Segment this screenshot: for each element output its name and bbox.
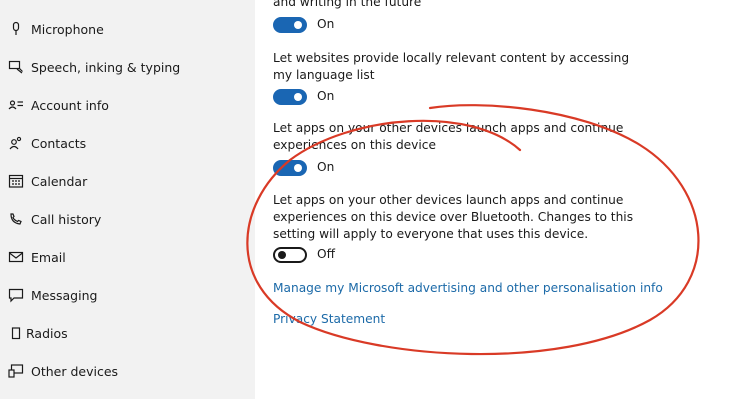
sidebar-item-call-history[interactable]: Call history	[0, 202, 255, 236]
partial-setting-description: and writing in the future	[273, 0, 422, 9]
toggle-state-label: On	[317, 17, 335, 31]
manage-advertising-link[interactable]: Manage my Microsoft advertising and othe…	[273, 281, 663, 295]
microphone-icon	[8, 21, 24, 37]
toggle-state-label: On	[317, 160, 335, 174]
sidebar-item-label: Messaging	[31, 287, 98, 303]
sidebar-item-other-devices[interactable]: Other devices	[0, 354, 255, 388]
toggle-knob	[294, 164, 302, 172]
sidebar-item-label: Calendar	[31, 173, 88, 189]
toggle-knob	[294, 93, 302, 101]
toggle-switch-bluetooth[interactable]	[273, 247, 307, 263]
toggle-switch-launch-apps[interactable]	[273, 160, 307, 176]
sidebar-item-label: Other devices	[31, 363, 119, 379]
messaging-icon	[8, 287, 24, 303]
setting-description-language-list: Let websites provide locally relevant co…	[273, 51, 630, 82]
sidebar-item-label: Radios	[26, 325, 68, 341]
toggle-switch-1[interactable]	[273, 17, 307, 33]
setting-description-bluetooth: Let apps on your other devices launch ap…	[273, 193, 634, 241]
toggle-switch-language-list[interactable]	[273, 89, 307, 105]
sidebar-item-label: Account info	[31, 97, 109, 113]
toggle-knob	[294, 21, 302, 29]
call-history-icon	[8, 211, 24, 227]
setting-description-launch-apps: Let apps on your other devices launch ap…	[273, 121, 624, 152]
sidebar-item-radios[interactable]: Radios	[0, 316, 255, 350]
sidebar-item-label: Speech, inking & typing	[31, 59, 181, 75]
toggle-state-label: Off	[317, 247, 335, 261]
sidebar-item-microphone[interactable]: Microphone	[0, 12, 255, 46]
sidebar-item-label: Microphone	[31, 21, 104, 37]
toggle-knob	[278, 251, 286, 259]
sidebar-item-label: Call history	[31, 211, 102, 227]
calendar-icon	[8, 173, 24, 189]
sidebar-item-label: Contacts	[31, 135, 87, 151]
radios-icon	[8, 325, 24, 341]
sidebar-item-speech-inking-typing[interactable]: Speech, inking & typing	[0, 50, 255, 84]
sidebar-item-label: Email	[31, 249, 66, 265]
sidebar: Microphone Speech, inking & typing Accou…	[0, 0, 255, 399]
sidebar-item-email[interactable]: Email	[0, 240, 255, 274]
sidebar-item-calendar[interactable]: Calendar	[0, 164, 255, 198]
settings-content: and writing in the future On Let website…	[255, 0, 730, 399]
speech-inking-icon	[8, 59, 24, 75]
email-icon	[8, 249, 24, 265]
toggle-state-label: On	[317, 89, 335, 103]
account-info-icon	[8, 97, 24, 113]
sidebar-item-account-info[interactable]: Account info	[0, 88, 255, 122]
sidebar-item-messaging[interactable]: Messaging	[0, 278, 255, 312]
privacy-statement-link[interactable]: Privacy Statement	[273, 312, 385, 326]
contacts-icon	[8, 135, 24, 151]
other-devices-icon	[8, 363, 24, 379]
sidebar-item-contacts[interactable]: Contacts	[0, 126, 255, 160]
